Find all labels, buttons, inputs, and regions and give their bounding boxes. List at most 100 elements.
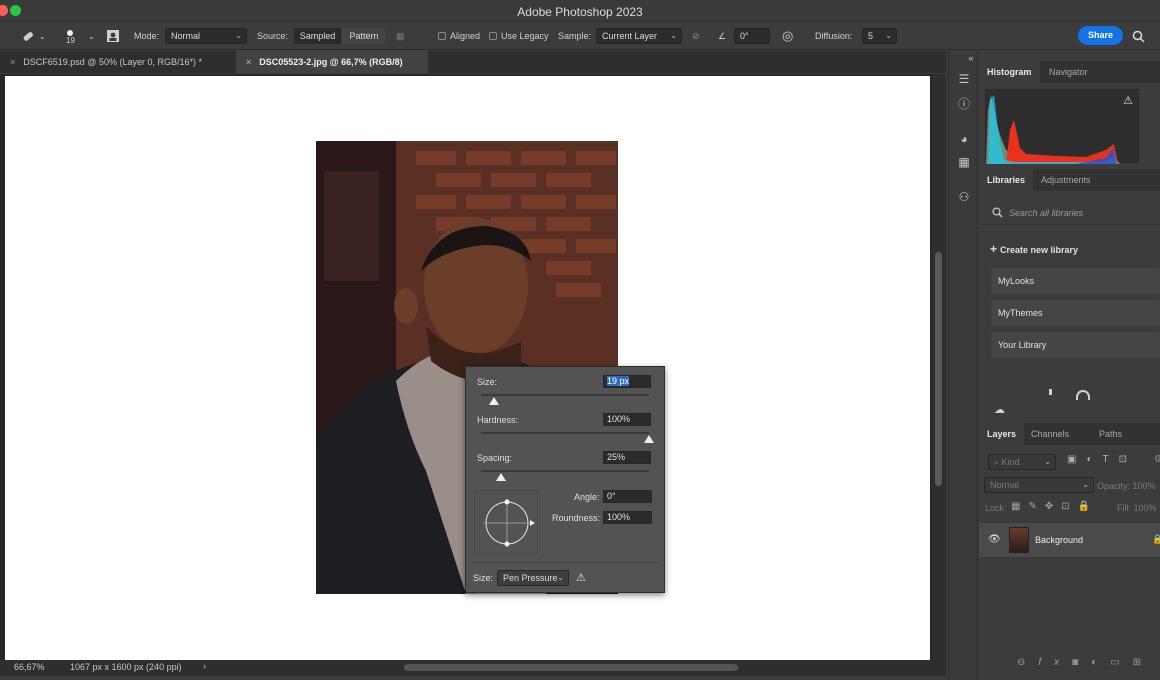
layer-kind-filter[interactable]: ⌕ Kind ⌄ [988, 454, 1056, 470]
opacity-control[interactable]: Opacity: 100% [1097, 481, 1156, 491]
hardness-slider-knob[interactable] [644, 435, 654, 443]
chevron-down-icon: ⌄ [1082, 480, 1089, 489]
pressure-size-icon[interactable]: ◎ [782, 22, 793, 50]
brush-settings-popup[interactable]: Size: 19 px Hardness: 100% Spacing: 25% … [465, 366, 665, 593]
cloud-icon[interactable]: ☁ [994, 403, 1005, 416]
tab-channels[interactable]: Channels [1023, 423, 1077, 445]
source-sampled-button[interactable]: Sampled [294, 28, 341, 44]
filter-toggle-icon[interactable]: ⏼ [1155, 454, 1160, 465]
fill-control[interactable]: Fill: 100% [1117, 503, 1157, 513]
histogram-graph: ⚠ [985, 89, 1139, 164]
angle-icon: ∠ [718, 30, 727, 41]
close-window-button[interactable] [0, 5, 8, 16]
use-legacy-label: Use Legacy [501, 31, 549, 41]
tab-paths[interactable]: Paths [1091, 423, 1130, 445]
blend-mode-select[interactable]: Normal ⌄ [984, 477, 1094, 493]
size-slider-knob[interactable] [489, 397, 500, 405]
create-library-button[interactable]: + Create new library [990, 242, 1078, 256]
layer-name: Background [1035, 535, 1084, 545]
layers-tabs: Layers Channels Paths [979, 423, 1160, 445]
eye-icon[interactable]: 👁 [988, 534, 1001, 545]
right-panel-dock: Histogram Navigator ⚠ Libraries Adjustme… [979, 51, 1160, 680]
size-label: Size: [477, 377, 498, 387]
checkbox-icon [438, 32, 446, 40]
tab-adjustments[interactable]: Adjustments [1033, 169, 1099, 191]
scrollbar-thumb[interactable] [935, 252, 942, 486]
chevron-down-icon[interactable]: ⌄ [88, 22, 95, 50]
layer-filter-icons[interactable]: ▣◐T⊡ [1067, 454, 1137, 465]
spacing-input[interactable]: 25% [603, 451, 651, 464]
lock-label: Lock: [985, 503, 1007, 513]
aligned-checkbox[interactable]: Aligned [438, 22, 480, 50]
aligned-label: Aligned [450, 31, 481, 41]
canvas-area[interactable]: Size: 19 px Hardness: 100% Spacing: 25% … [0, 74, 946, 660]
tab-histogram[interactable]: Histogram [979, 61, 1040, 83]
size-control-select[interactable]: Pen Pressure ⌄ [497, 570, 569, 586]
close-icon[interactable]: × [10, 57, 15, 67]
spacing-slider-track[interactable] [481, 470, 649, 472]
kind-label: Kind [1001, 457, 1020, 467]
tab-label: DSCF6519.psd @ 50% (Layer 0, RGB/16*) * [23, 57, 202, 67]
pattern-picker[interactable]: ▦ [396, 22, 405, 50]
angle-label: Angle: [574, 492, 600, 502]
spacing-slider-knob[interactable] [496, 473, 507, 481]
library-item[interactable]: MyThemes [991, 300, 1160, 326]
size-slider-track[interactable] [481, 394, 649, 396]
mode-label: Mode: [134, 31, 160, 41]
hardness-slider-track[interactable] [481, 432, 649, 434]
vertical-scrollbar[interactable] [932, 74, 946, 660]
search-icon[interactable] [1132, 22, 1145, 50]
brush-preset-picker[interactable]: 19 [66, 22, 75, 50]
sample-select[interactable]: Current Layer ⌄ [596, 28, 682, 44]
diffusion-select[interactable]: 5 ⌄ [862, 28, 897, 44]
source-pattern-button[interactable]: Pattern [342, 28, 386, 44]
size-input[interactable]: 19 px [603, 375, 651, 388]
tab-navigator[interactable]: Navigator [1041, 61, 1096, 83]
libraries-tabs: Libraries Adjustments [979, 169, 1160, 191]
create-library-label: Create new library [1000, 245, 1079, 255]
size-control-value: Pen Pressure [503, 573, 558, 583]
tab-libraries[interactable]: Libraries [979, 169, 1034, 191]
share-button[interactable]: Share [1078, 26, 1123, 45]
tab-layers[interactable]: Layers [979, 423, 1025, 445]
clone-source-icon[interactable]: ⚇ [956, 189, 972, 205]
checkbox-icon [489, 32, 497, 40]
layer-actions-bar[interactable]: ⊖fx◙◐▭⊞ [1017, 657, 1154, 668]
roundness-field[interactable]: 100% [603, 511, 652, 524]
diffusion-label: Diffusion: [815, 31, 853, 41]
library-item[interactable]: MyLooks [991, 268, 1160, 294]
collapse-panels-icon[interactable]: « [963, 50, 979, 66]
close-icon[interactable]: × [246, 57, 251, 67]
hardness-input[interactable]: 100% [603, 413, 651, 426]
lock-icon: 🔒 [1152, 534, 1160, 544]
zoom-level[interactable]: 66,67% [14, 662, 45, 672]
ignore-adjustment-layers-icon[interactable]: ⊘ [692, 22, 700, 50]
use-legacy-checkbox[interactable]: Use Legacy [489, 22, 549, 50]
angle-field[interactable]: 0° [603, 490, 652, 503]
lock-icons[interactable]: ▦✎✥⊡🔒 [1011, 501, 1098, 512]
properties-icon[interactable]: ☰ [956, 71, 972, 87]
library-item[interactable]: Your Library [991, 332, 1160, 358]
document-tab-active[interactable]: × DSC05523-2.jpg @ 66,7% (RGB/8) [236, 51, 428, 73]
loading-arc [1076, 390, 1090, 400]
roundness-label: Roundness: [552, 513, 601, 523]
opacity-label: Opacity: [1097, 481, 1131, 491]
angle-input[interactable]: 0° [734, 28, 770, 44]
swatches-grid-icon[interactable]: ▦ [956, 154, 972, 170]
layer-row[interactable]: 👁 Background 🔒 [979, 523, 1160, 557]
chevron-down-icon: ⌄ [235, 31, 242, 40]
zoom-window-button[interactable] [10, 5, 21, 16]
info-icon[interactable]: ⓘ [956, 96, 972, 112]
library-search[interactable]: Search all libraries [979, 201, 1160, 225]
brush-shape-preview[interactable] [474, 490, 538, 554]
healing-brush-tool-icon[interactable]: ⌄ [20, 22, 46, 50]
color-palette-icon[interactable]: ◕ [956, 131, 972, 147]
document-tab[interactable]: × DSCF6519.psd @ 50% (Layer 0, RGB/16*) * [0, 51, 240, 73]
status-menu-button[interactable]: › [203, 661, 206, 671]
horizontal-scrollbar-thumb[interactable] [404, 664, 738, 671]
clone-source-panel-icon[interactable] [106, 22, 120, 50]
sample-value: Current Layer [602, 31, 658, 41]
mode-select[interactable]: Normal ⌄ [165, 28, 247, 44]
warning-icon[interactable]: ⚠ [1123, 94, 1133, 107]
hardness-label: Hardness: [477, 415, 519, 425]
